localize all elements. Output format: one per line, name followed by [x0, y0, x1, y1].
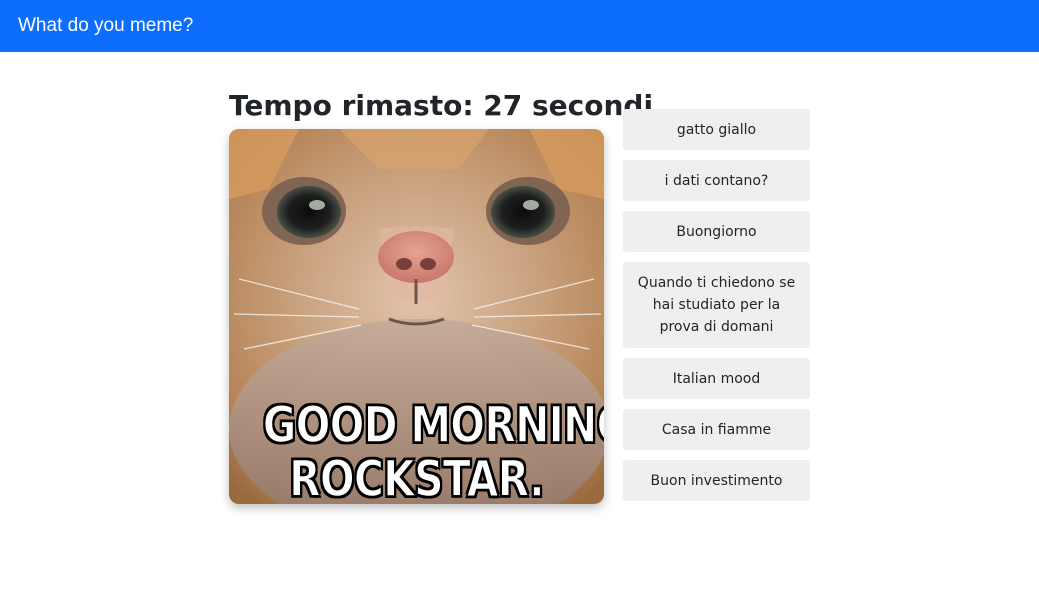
option-button[interactable]: Casa in fiamme — [623, 409, 810, 450]
option-button[interactable]: Quando ti chiedono se hai studiato per l… — [623, 262, 810, 348]
meme-caption-line-2: ROCKSTAR. — [288, 450, 545, 504]
meme-image: GOOD MORNING, ROCKSTAR. — [229, 129, 604, 504]
meme-caption-line-1: GOOD MORNING, — [262, 396, 604, 454]
option-button[interactable]: i dati contano? — [623, 160, 810, 201]
timer-text: Tempo rimasto: 27 secondi — [229, 89, 654, 122]
navbar-brand[interactable]: What do you meme? — [18, 15, 193, 37]
navbar: What do you meme? — [0, 0, 1039, 52]
option-button[interactable]: Italian mood — [623, 358, 810, 399]
caption-options-list: gatto giallo i dati contano? Buongiorno … — [623, 109, 810, 511]
option-button[interactable]: Buon investimento — [623, 460, 810, 501]
option-button[interactable]: Buongiorno — [623, 211, 810, 252]
option-button[interactable]: gatto giallo — [623, 109, 810, 150]
